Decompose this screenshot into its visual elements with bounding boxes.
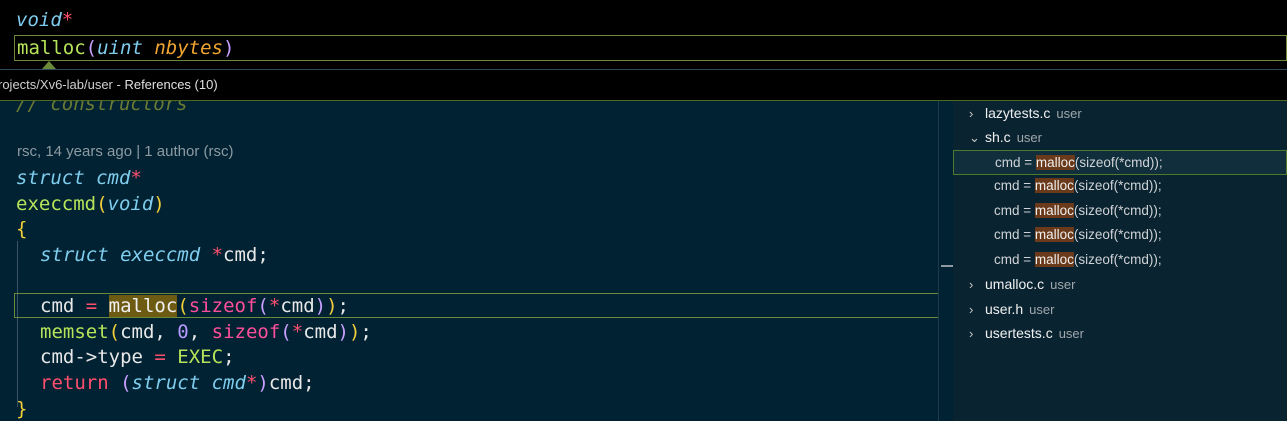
tree-file-umalloc[interactable]: › umalloc.c user — [953, 272, 1287, 297]
tree-file-lazytests[interactable]: › lazytests.c user — [953, 101, 1287, 126]
file-dir: user — [1016, 130, 1042, 145]
match-highlight: malloc — [1034, 178, 1074, 193]
peek-arrow-icon — [42, 61, 56, 69]
reference-match[interactable]: cmd = malloc(sizeof(*cmd)); — [953, 199, 1287, 224]
code-line-comment: // constructors — [16, 101, 188, 115]
code-line-declaration[interactable]: struct execcmd *cmd; — [40, 242, 269, 268]
match-highlight: malloc — [1034, 227, 1074, 242]
code-line-return-type[interactable]: struct cmd* — [16, 165, 142, 191]
file-name: usertests.c — [985, 325, 1053, 341]
code-line-function-decl[interactable]: execcmd(void) — [16, 191, 165, 217]
match-highlight: malloc — [1035, 155, 1075, 170]
file-name: umalloc.c — [985, 276, 1045, 292]
signature-return-line[interactable]: void* — [16, 6, 73, 34]
peek-separator: - — [112, 77, 125, 92]
code-line-open-brace[interactable]: { — [16, 216, 27, 242]
reference-match[interactable]: cmd = malloc(sizeof(*cmd)); — [953, 223, 1287, 248]
peek-code-editor[interactable]: // constructors rsc, 14 years ago | 1 au… — [0, 101, 953, 421]
tree-file-sh[interactable]: ⌄ sh.c user — [953, 125, 1287, 150]
file-dir: user — [1058, 326, 1084, 341]
peek-header: rojects/Xv6-lab/user - References (10) — [0, 70, 1287, 101]
chevron-right-icon: › — [969, 277, 974, 292]
code-line-malloc[interactable]: cmd = malloc(sizeof(*cmd)); — [40, 293, 349, 319]
match-highlight: malloc — [1034, 203, 1074, 218]
file-dir: user — [1050, 277, 1076, 292]
code-line-return[interactable]: return (struct cmd*)cmd; — [40, 370, 315, 396]
code-scrollbar[interactable] — [938, 101, 953, 421]
scrollbar-position-marker[interactable] — [941, 265, 953, 267]
param-name: nbytes — [154, 37, 223, 59]
reference-match-selected[interactable]: cmd = malloc(sizeof(*cmd)); — [953, 150, 1287, 175]
param-type: uint — [97, 37, 143, 59]
return-type: void — [16, 9, 62, 31]
indent-guide — [17, 241, 18, 407]
code-line-memset[interactable]: memset(cmd, 0, sizeof(*cmd)); — [40, 319, 372, 345]
blame-annotation[interactable]: rsc, 14 years ago | 1 author (rsc) — [17, 141, 233, 163]
reference-match[interactable]: cmd = malloc(sizeof(*cmd)); — [953, 248, 1287, 273]
close-paren: ) — [222, 37, 235, 59]
malloc-reference[interactable]: malloc — [108, 295, 178, 317]
peek-source-editor[interactable]: void* malloc(uint nbytes) — [0, 0, 1287, 70]
file-name: lazytests.c — [985, 105, 1051, 121]
code-line-type-assign[interactable]: cmd->type = EXEC; — [40, 344, 235, 370]
chevron-right-icon: › — [969, 326, 974, 341]
tree-file-user-h[interactable]: › user.h user — [953, 297, 1287, 322]
return-pointer: * — [61, 9, 74, 31]
chevron-down-icon: ⌄ — [969, 130, 980, 145]
signature-declaration-line[interactable]: malloc(uint nbytes) — [14, 35, 1287, 61]
open-paren: ( — [85, 37, 98, 59]
file-name: sh.c — [985, 129, 1011, 145]
tree-file-usertests[interactable]: › usertests.c user — [953, 321, 1287, 346]
chevron-right-icon: › — [969, 106, 974, 121]
code-line-close-brace[interactable]: } — [16, 396, 27, 421]
peek-title: References (10) — [124, 77, 218, 92]
file-name: user.h — [985, 301, 1024, 317]
match-highlight: malloc — [1034, 252, 1074, 267]
references-tree[interactable]: › lazytests.c user ⌄ sh.c user cmd = malloc(… — [953, 101, 1287, 421]
reference-match[interactable]: cmd = malloc(sizeof(*cmd)); — [953, 174, 1287, 199]
peek-path: rojects/Xv6-lab/user — [0, 77, 113, 92]
file-dir: user — [1056, 106, 1082, 121]
function-name: malloc — [17, 37, 86, 59]
chevron-right-icon: › — [969, 302, 974, 317]
file-dir: user — [1029, 302, 1055, 317]
